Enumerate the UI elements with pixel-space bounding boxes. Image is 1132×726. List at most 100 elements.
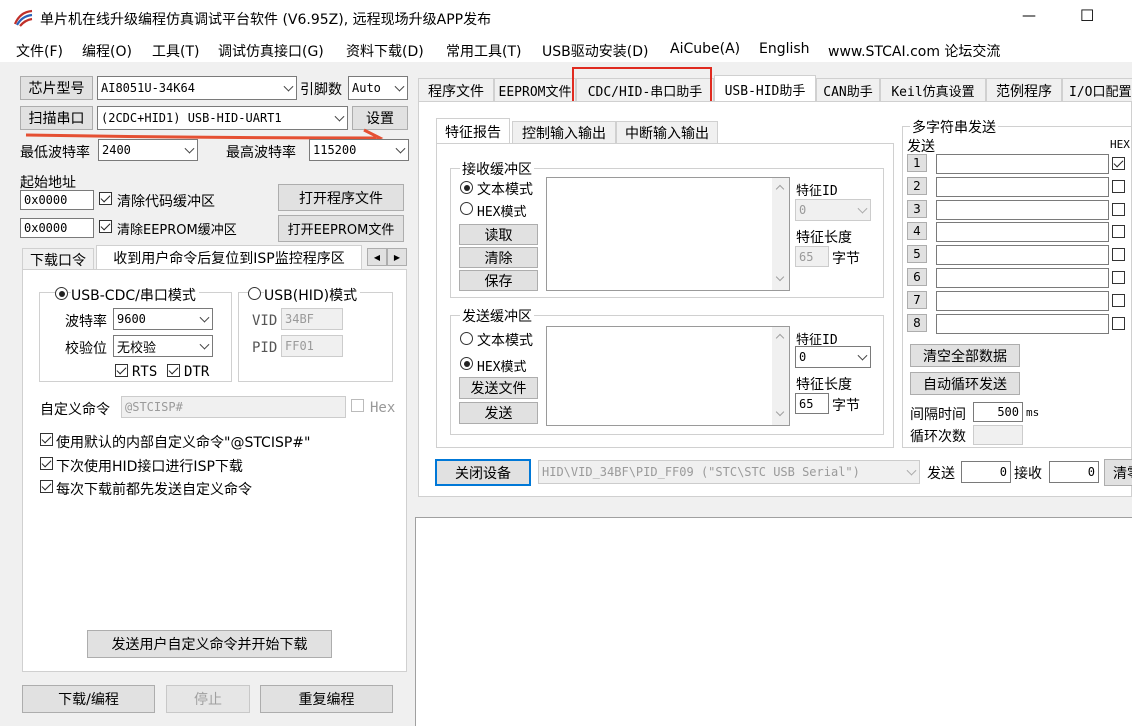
multi-row-number-button[interactable]: 4 xyxy=(907,222,927,240)
send-button[interactable]: 发送 xyxy=(459,402,538,424)
hid-mode-radio[interactable] xyxy=(248,287,261,300)
multi-row-number-button[interactable]: 3 xyxy=(907,200,927,218)
multi-row-number-button[interactable]: 7 xyxy=(907,291,927,309)
recv-feature-length-input[interactable]: 65 xyxy=(795,246,829,267)
open-eeprom-file-button[interactable]: 打开EEPROM文件 xyxy=(278,215,404,242)
send-before-download-checkbox[interactable] xyxy=(40,480,53,493)
menu-website[interactable]: www.STCAI.com 论坛交流 xyxy=(828,41,1000,61)
tab-keil-sim[interactable]: Keil仿真设置 xyxy=(880,78,986,102)
clear-count-button[interactable]: 清零 xyxy=(1104,459,1132,486)
output-log[interactable] xyxy=(415,517,1132,726)
multi-row-number-button[interactable]: 1 xyxy=(907,154,927,172)
multi-row-input[interactable] xyxy=(936,154,1109,174)
subtab-control-io[interactable]: 控制输入输出 xyxy=(512,121,616,144)
use-hid-next-checkbox[interactable] xyxy=(40,457,53,470)
multi-row-number-button[interactable]: 5 xyxy=(907,245,927,263)
multi-row-hex-checkbox[interactable] xyxy=(1112,203,1125,216)
multi-row-hex-checkbox[interactable] xyxy=(1112,157,1125,170)
tab-scroll-left-icon[interactable]: ◀ xyxy=(367,248,387,266)
menu-download[interactable]: 资料下载(D) xyxy=(346,41,424,61)
subtab-feature-report[interactable]: 特征报告 xyxy=(436,118,510,144)
parity-select[interactable]: 无校验 xyxy=(113,335,213,357)
interval-input[interactable]: 500 xyxy=(973,402,1023,422)
subtab-interrupt-io[interactable]: 中断输入输出 xyxy=(616,121,718,144)
multi-row-input[interactable] xyxy=(936,291,1109,311)
send-scrollbar[interactable] xyxy=(772,327,789,425)
clear-code-checkbox[interactable] xyxy=(99,192,112,205)
rts-checkbox[interactable] xyxy=(115,364,128,377)
multi-row-hex-checkbox[interactable] xyxy=(1112,317,1125,330)
multi-row-hex-checkbox[interactable] xyxy=(1112,180,1125,193)
settings-button[interactable]: 设置 xyxy=(352,106,408,130)
reprogram-button[interactable]: 重复编程 xyxy=(260,685,393,713)
pins-select[interactable]: Auto xyxy=(348,76,408,100)
hex-checkbox[interactable] xyxy=(351,399,364,412)
menu-aicube[interactable]: AiCube(A) xyxy=(670,41,740,57)
dtr-checkbox[interactable] xyxy=(167,364,180,377)
open-program-file-button[interactable]: 打开程序文件 xyxy=(278,184,404,211)
clear-all-button[interactable]: 清空全部数据 xyxy=(910,344,1020,367)
multi-row-input[interactable] xyxy=(936,268,1109,288)
recv-hex-mode-radio[interactable] xyxy=(460,202,473,215)
minimize-icon[interactable]: — xyxy=(1022,8,1036,24)
max-baud-select[interactable]: 115200 xyxy=(309,139,409,161)
send-custom-command-button[interactable]: 发送用户自定义命令并开始下载 xyxy=(87,630,332,658)
use-default-command-checkbox[interactable] xyxy=(40,433,53,446)
chip-model-select[interactable]: AI8051U-34K64 xyxy=(97,76,297,100)
menu-program[interactable]: 编程(O) xyxy=(82,41,132,61)
multi-row-number-button[interactable]: 8 xyxy=(907,314,927,332)
menu-common-tools[interactable]: 常用工具(T) xyxy=(446,41,521,61)
multi-row-input[interactable] xyxy=(936,314,1109,334)
menu-english[interactable]: English xyxy=(759,41,810,57)
auto-loop-send-button[interactable]: 自动循环发送 xyxy=(910,372,1020,395)
baud-select[interactable]: 9600 xyxy=(113,308,213,330)
code-address-input[interactable]: 0x0000 xyxy=(20,190,94,210)
maximize-icon[interactable]: ☐ xyxy=(1080,6,1094,25)
tab-eeprom-file[interactable]: EEPROM文件 xyxy=(494,78,576,102)
scan-port-button[interactable]: 扫描串口 xyxy=(20,106,93,130)
tab-can[interactable]: CAN助手 xyxy=(816,78,880,102)
multi-row-input[interactable] xyxy=(936,222,1109,242)
send-text-mode-radio[interactable] xyxy=(460,332,473,345)
tab-usb-hid[interactable]: USB-HID助手 xyxy=(714,75,816,102)
send-feature-length-input[interactable]: 65 xyxy=(795,393,829,414)
multi-row-hex-checkbox[interactable] xyxy=(1112,271,1125,284)
port-select[interactable]: (2CDC+HID1) USB-HID-UART1 xyxy=(97,106,348,130)
multi-row-hex-checkbox[interactable] xyxy=(1112,225,1125,238)
send-buffer-text[interactable] xyxy=(546,326,790,426)
custom-command-input[interactable]: @STCISP# xyxy=(121,396,346,418)
recv-text-mode-radio[interactable] xyxy=(460,181,473,194)
multi-row-hex-checkbox[interactable] xyxy=(1112,248,1125,261)
min-baud-select[interactable]: 2400 xyxy=(98,139,198,161)
tab-program-file[interactable]: 程序文件 xyxy=(418,78,494,102)
multi-row-input[interactable] xyxy=(936,177,1109,197)
tab-io-config[interactable]: I/O口配置 xyxy=(1062,78,1132,102)
loop-count-input[interactable] xyxy=(973,425,1023,445)
device-select[interactable]: HID\VID_34BF\PID_FF09 ("STC\STC USB Seri… xyxy=(538,460,920,484)
tab-download-password[interactable]: 下载口令 xyxy=(22,248,94,270)
read-button[interactable]: 读取 xyxy=(459,224,538,245)
receive-buffer-text[interactable] xyxy=(546,177,790,291)
multi-row-input[interactable] xyxy=(936,245,1109,265)
tab-scroll-right-icon[interactable]: ▶ xyxy=(387,248,407,266)
menu-usb-driver[interactable]: USB驱动安装(D) xyxy=(542,41,648,61)
menu-debug[interactable]: 调试仿真接口(G) xyxy=(218,41,324,61)
menu-file[interactable]: 文件(F) xyxy=(16,41,63,61)
vid-input[interactable]: 34BF xyxy=(281,308,343,330)
recv-clear-button[interactable]: 清除 xyxy=(459,247,538,268)
save-button[interactable]: 保存 xyxy=(459,270,538,291)
multi-row-input[interactable] xyxy=(936,200,1109,220)
tab-examples[interactable]: 范例程序 xyxy=(986,78,1062,102)
menu-tools[interactable]: 工具(T) xyxy=(152,41,199,61)
multi-row-hex-checkbox[interactable] xyxy=(1112,294,1125,307)
recv-feature-id-select[interactable]: 0 xyxy=(795,199,871,221)
tab-reset-to-isp[interactable]: 收到用户命令后复位到ISP监控程序区 xyxy=(96,245,362,270)
stop-button[interactable]: 停止 xyxy=(166,685,250,713)
send-feature-id-select[interactable]: 0 xyxy=(795,346,871,368)
pid-input[interactable]: FF01 xyxy=(281,335,343,357)
chip-model-button[interactable]: 芯片型号 xyxy=(20,76,93,100)
receive-scrollbar[interactable] xyxy=(772,178,789,290)
clear-eeprom-checkbox[interactable] xyxy=(99,220,112,233)
send-hex-mode-radio[interactable] xyxy=(460,357,473,370)
download-program-button[interactable]: 下载/编程 xyxy=(22,685,155,713)
